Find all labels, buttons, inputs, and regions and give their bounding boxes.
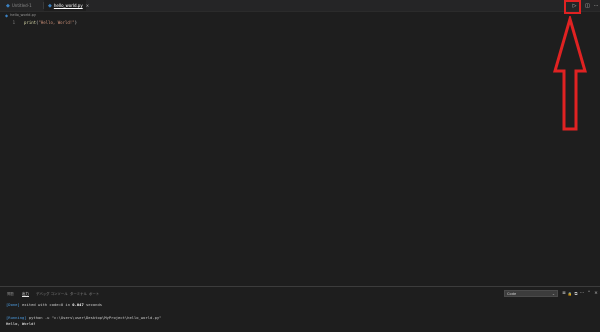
more-icon: ··· bbox=[593, 2, 599, 9]
code-token-function: print bbox=[24, 19, 37, 25]
tab-hello-world-py[interactable]: ◆ hello_world.py × bbox=[44, 0, 89, 11]
code-text[interactable]: print("Hello, World!") bbox=[24, 20, 77, 25]
python-file-icon: ◆ bbox=[6, 2, 10, 9]
annotation-arrow-up-icon bbox=[553, 16, 587, 131]
breadcrumb-file[interactable]: hello_world.py bbox=[10, 13, 36, 17]
output-line-done: [Done] exited with code=0 in 0.047 secon… bbox=[6, 302, 102, 307]
python-file-icon: ◆ bbox=[5, 12, 9, 18]
panel-tab-problems[interactable]: 問題 bbox=[7, 290, 14, 296]
output-panel: 問題 出力 デバッグ コンソール ターミナル ポート Code ⌄ ≣ 🔒 ⧉ … bbox=[0, 286, 600, 332]
panel-tab-terminal[interactable]: ターミナル bbox=[70, 290, 87, 296]
output-line-result: Hello, World! bbox=[6, 321, 36, 326]
split-editor-button[interactable]: ◫ bbox=[584, 2, 591, 9]
run-button-highlight bbox=[564, 0, 581, 14]
output-channel-value: Code bbox=[507, 291, 517, 296]
done-text: exited with code=0 in bbox=[19, 302, 73, 307]
panel-tab-ports[interactable]: ポート bbox=[89, 290, 99, 296]
done-time: 0.047 bbox=[72, 302, 84, 307]
done-tag: [Done] bbox=[6, 302, 20, 307]
close-tab-icon[interactable]: × bbox=[86, 3, 89, 8]
running-command: python -u "c:\Users\user\Desktop\MyProje… bbox=[26, 315, 162, 320]
editor-tab-bar: ◆ Untitled-1 ◆ hello_world.py × ▷ ◫ ··· bbox=[0, 0, 600, 12]
maximize-panel-icon[interactable]: ⌃ bbox=[586, 290, 592, 297]
more-actions-button[interactable]: ··· bbox=[592, 2, 600, 9]
tab-label: hello_world.py bbox=[53, 3, 83, 8]
code-editor[interactable]: 1 print("Hello, World!") bbox=[0, 18, 600, 286]
line-number: 1 bbox=[12, 19, 15, 25]
running-tag: [Running] bbox=[6, 315, 27, 320]
split-editor-icon: ◫ bbox=[585, 2, 590, 9]
output-channel-select[interactable]: Code ⌄ bbox=[504, 290, 558, 297]
done-suffix: seconds bbox=[83, 302, 103, 307]
more-icon[interactable]: ··· bbox=[579, 290, 585, 297]
tab-untitled-1[interactable]: ◆ Untitled-1 bbox=[2, 0, 42, 11]
panel-tab-output[interactable]: 出力 bbox=[22, 290, 29, 297]
close-panel-icon[interactable]: × bbox=[593, 290, 599, 297]
chevron-down-icon: ⌄ bbox=[551, 291, 555, 296]
python-file-icon: ◆ bbox=[48, 2, 52, 9]
output-line-running: [Running] python -u "c:\Users\user\Deskt… bbox=[6, 315, 161, 320]
vscode-window: ◆ Untitled-1 ◆ hello_world.py × ▷ ◫ ··· … bbox=[0, 0, 600, 332]
result-text: Hello, World! bbox=[6, 321, 36, 326]
code-token-paren-close: ) bbox=[74, 19, 78, 25]
code-token-string: "Hello, World!" bbox=[38, 19, 75, 25]
panel-tab-debug-console[interactable]: デバッグ コンソール bbox=[36, 290, 68, 296]
tab-label: Untitled-1 bbox=[11, 3, 32, 8]
code-line: 1 print("Hello, World!") bbox=[0, 19, 77, 25]
